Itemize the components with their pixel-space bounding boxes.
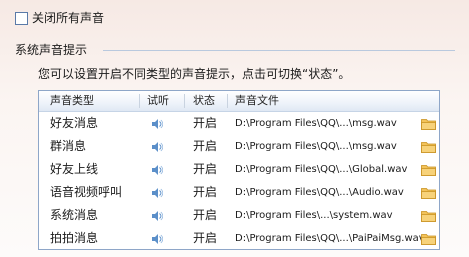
speaker-icon[interactable]: [151, 233, 164, 245]
sound-file-path: D:\Program Files\QQ\...\msg.wav: [235, 141, 397, 152]
sound-list: 声音类型 试听 状态 声音文件 好友消息 开启 D:\Program Files\Q…: [38, 90, 440, 250]
status-toggle[interactable]: 开启: [193, 204, 217, 227]
table-row[interactable]: 拍拍消息 开启 D:\Program Files\QQ\...\PaiPaiMsg.…: [39, 227, 439, 249]
section-title: 系统声音提示: [15, 43, 88, 57]
folder-icon[interactable]: [421, 118, 436, 130]
sound-file-path: D:\Program Files\...\system.wav: [235, 210, 393, 221]
sound-type: 拍拍消息: [50, 231, 99, 245]
folder-icon[interactable]: [421, 141, 436, 153]
mute-all-checkbox[interactable]: [15, 12, 28, 25]
status-toggle[interactable]: 开启: [193, 135, 217, 158]
folder-icon[interactable]: [421, 187, 436, 199]
table-row[interactable]: 好友消息 开启 D:\Program Files\QQ\...\msg.wav: [39, 112, 439, 135]
speaker-icon[interactable]: [151, 141, 164, 153]
table-row[interactable]: 群消息 开启 D:\Program Files\QQ\...\msg.wav: [39, 135, 439, 158]
sound-file-path: D:\Program Files\QQ\...\Audio.wav: [235, 187, 404, 198]
speaker-icon[interactable]: [151, 164, 164, 176]
header-separator: [227, 94, 228, 108]
sound-type: 语音视频呼叫: [50, 185, 123, 199]
sound-file-path: D:\Program Files\QQ\...\msg.wav: [235, 118, 397, 129]
sound-type: 好友上线: [50, 162, 99, 176]
speaker-icon[interactable]: [151, 187, 164, 199]
sound-type: 系统消息: [50, 208, 99, 222]
column-header-file[interactable]: 声音文件: [235, 91, 279, 111]
section-description: 您可以设置开启不同类型的声音提示，点击可切换“状态”。: [38, 67, 351, 81]
table-row[interactable]: 好友上线 开启 D:\Program Files\QQ\...\Global.wav: [39, 158, 439, 181]
sound-type: 好友消息: [50, 116, 99, 130]
list-header: 声音类型 试听 状态 声音文件: [39, 91, 439, 112]
status-toggle[interactable]: 开启: [193, 158, 217, 181]
speaker-icon[interactable]: [151, 210, 164, 222]
speaker-icon[interactable]: [151, 118, 164, 130]
section-divider: [103, 50, 455, 51]
status-toggle[interactable]: 开启: [193, 112, 217, 135]
folder-icon[interactable]: [421, 210, 436, 222]
table-row[interactable]: 系统消息 开启 D:\Program Files\...\system.wav: [39, 204, 439, 227]
status-toggle[interactable]: 开启: [193, 181, 217, 204]
folder-icon[interactable]: [421, 164, 436, 176]
column-header-type[interactable]: 声音类型: [50, 91, 94, 111]
column-header-preview[interactable]: 试听: [147, 91, 169, 111]
status-toggle[interactable]: 开启: [193, 227, 217, 249]
sound-file-path: D:\Program Files\QQ\...\Global.wav: [235, 164, 408, 175]
table-row[interactable]: 语音视频呼叫 开启 D:\Program Files\QQ\...\Audio.wa…: [39, 181, 439, 204]
header-separator: [184, 94, 185, 108]
header-separator: [139, 94, 140, 108]
column-header-status[interactable]: 状态: [193, 91, 215, 111]
mute-all-label[interactable]: 关闭所有声音: [32, 10, 104, 26]
sound-type: 群消息: [50, 139, 87, 153]
folder-icon[interactable]: [421, 233, 436, 245]
sound-file-path: D:\Program Files\QQ\...\PaiPaiMsg.wav: [235, 233, 425, 244]
